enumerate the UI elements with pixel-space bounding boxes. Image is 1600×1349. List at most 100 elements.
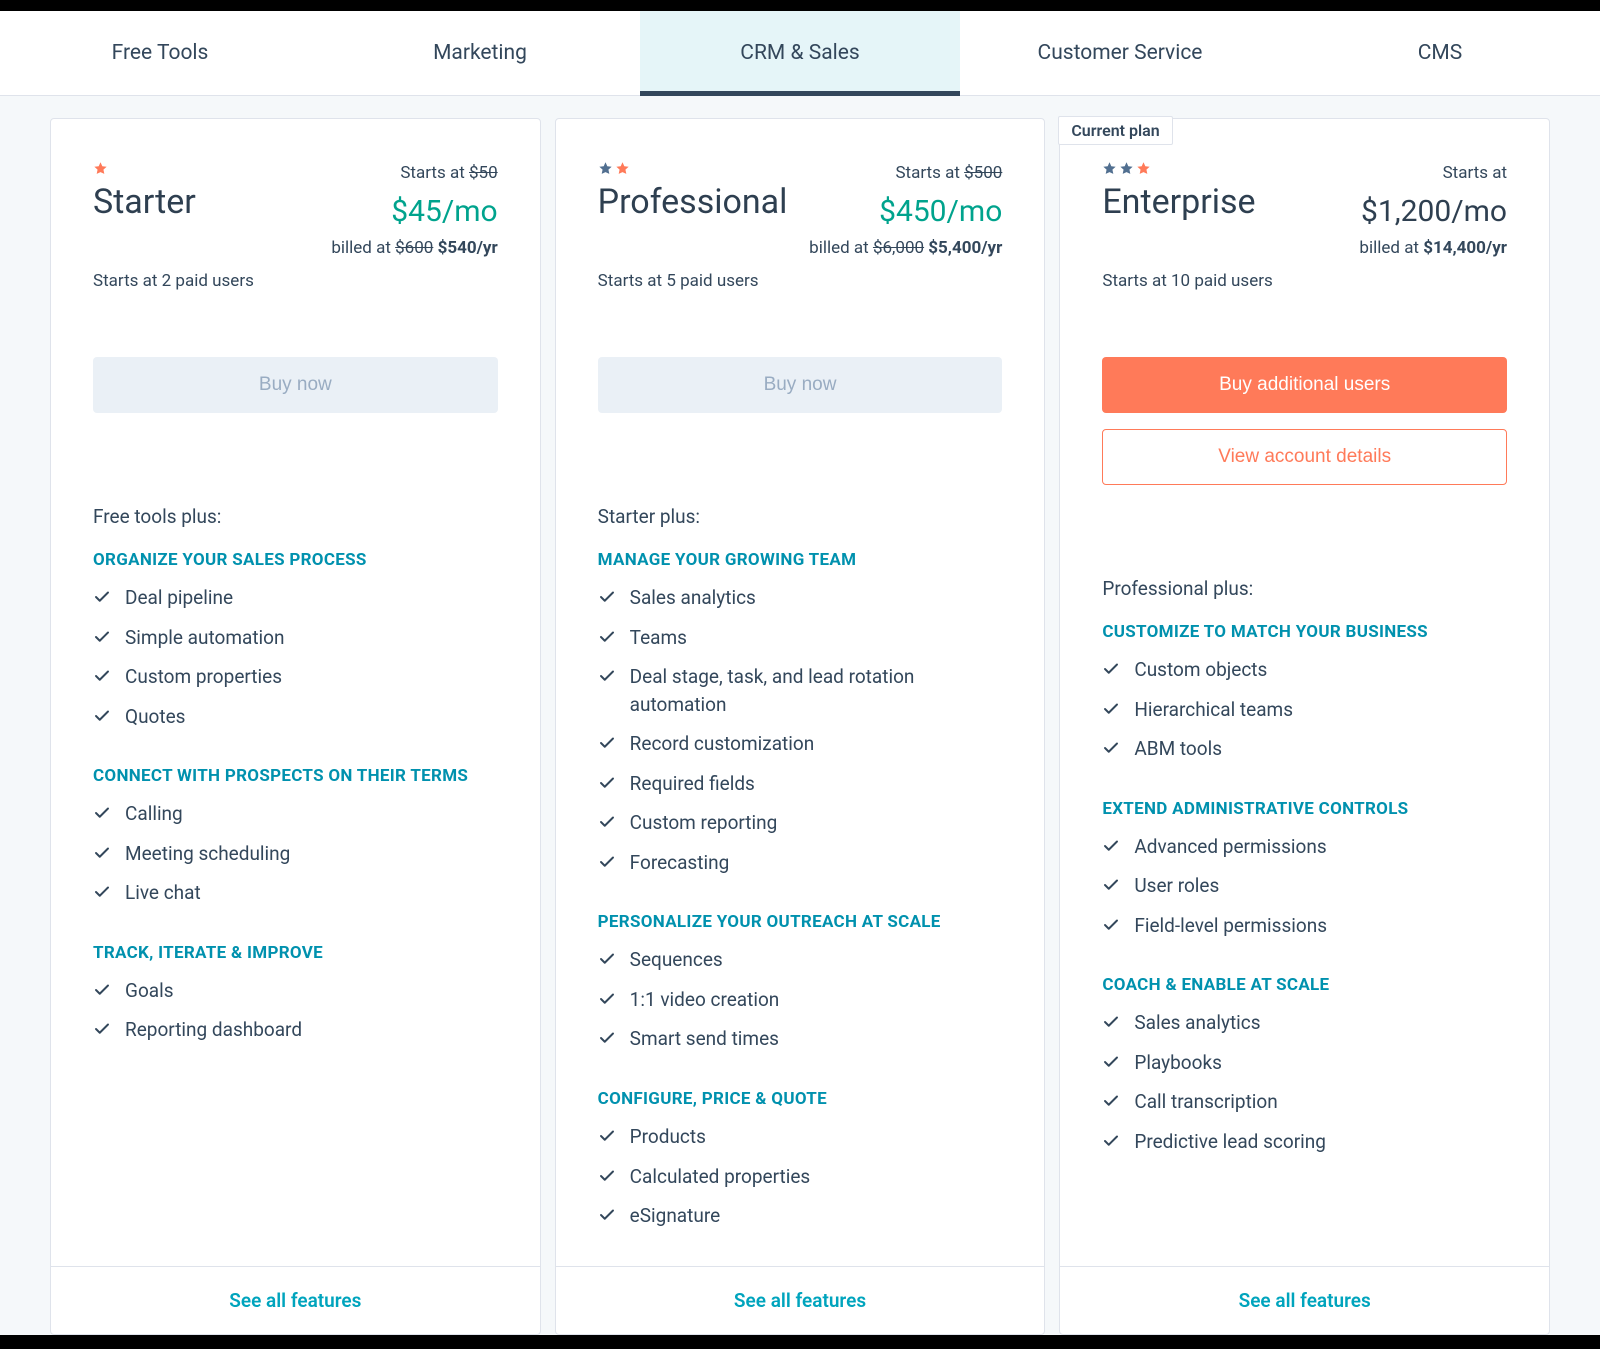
monthly-price: $1,200/mo	[1359, 189, 1507, 234]
feature-item: Products	[598, 1123, 1003, 1151]
billed-strike: $6,000	[873, 238, 924, 258]
button-label: Buy now	[259, 374, 332, 396]
feature-item-label: Required fields	[630, 770, 755, 798]
star-icon	[93, 161, 108, 176]
feature-item-label: Deal stage, task, and lead rotation auto…	[630, 663, 1003, 718]
check-icon	[1102, 916, 1120, 934]
billed-annual: $540/yr	[438, 238, 498, 258]
check-icon	[93, 667, 111, 685]
plan-title: Enterprise	[1102, 182, 1359, 222]
check-icon	[598, 734, 616, 752]
feature-item-label: Reporting dashboard	[125, 1016, 302, 1044]
tab-label: CMS	[1418, 41, 1462, 65]
monthly-price: $450/mo	[809, 189, 1002, 234]
check-icon	[93, 588, 111, 606]
check-icon	[1102, 876, 1120, 894]
feature-item: Deal stage, task, and lead rotation auto…	[598, 663, 1003, 718]
billed-at-label: billed at	[809, 238, 869, 258]
feature-item-label: Calculated properties	[630, 1163, 811, 1191]
feature-item-label: Calling	[125, 800, 183, 828]
tab-label: Marketing	[433, 41, 527, 65]
plus-line: Free tools plus:	[93, 505, 498, 528]
billed-at-label: billed at	[1359, 238, 1419, 258]
feature-item-label: Predictive lead scoring	[1134, 1128, 1326, 1156]
starts-at-label: Starts at	[895, 163, 959, 183]
feature-section-heading: CONNECT WITH PROSPECTS ON THEIR TERMS	[93, 766, 498, 786]
feature-item: Custom properties	[93, 663, 498, 691]
feature-item-label: Custom reporting	[630, 809, 778, 837]
feature-item-label: Simple automation	[125, 624, 284, 652]
feature-item-label: User roles	[1134, 872, 1219, 900]
feature-item-label: Custom objects	[1134, 656, 1267, 684]
feature-section-heading: CONFIGURE, PRICE & QUOTE	[598, 1089, 1003, 1109]
starts-at-label: Starts at	[1443, 163, 1507, 183]
tab-cms[interactable]: CMS	[1280, 11, 1600, 95]
feature-item: Goals	[93, 977, 498, 1005]
feature-item: Meeting scheduling	[93, 840, 498, 868]
feature-item-label: Custom properties	[125, 663, 282, 691]
tab-crm-sales[interactable]: CRM & Sales	[640, 11, 960, 95]
button-label: Buy additional users	[1219, 374, 1390, 396]
buy-additional-users-button[interactable]: Buy additional users	[1102, 357, 1507, 413]
plan-card-enterprise: Current plan Enterprise Starts at $1,200/mo…	[1059, 118, 1550, 1335]
feature-item-label: Deal pipeline	[125, 584, 233, 612]
feature-item: 1:1 video creation	[598, 986, 1003, 1014]
plus-line: Professional plus:	[1102, 577, 1507, 600]
current-plan-badge: Current plan	[1058, 116, 1172, 145]
check-icon	[598, 588, 616, 606]
paid-users-note: Starts at 2 paid users	[51, 261, 540, 291]
pricing-plan-grid: StarterStarts at $50$45/mobilled at $600…	[0, 96, 1600, 1335]
see-all-features-link[interactable]: See all features	[556, 1266, 1045, 1334]
tab-free-tools[interactable]: Free Tools	[0, 11, 320, 95]
view-account-details-button[interactable]: View account details	[1102, 429, 1507, 485]
feature-item: Deal pipeline	[93, 584, 498, 612]
feature-item-label: Advanced permissions	[1134, 833, 1326, 861]
feature-section-heading: PERSONALIZE YOUR OUTREACH AT SCALE	[598, 912, 1003, 932]
feature-item-label: Sales analytics	[630, 584, 756, 612]
feature-item: Predictive lead scoring	[1102, 1128, 1507, 1156]
tab-label: CRM & Sales	[740, 41, 859, 65]
feature-item-label: Products	[630, 1123, 706, 1151]
tab-marketing[interactable]: Marketing	[320, 11, 640, 95]
feature-item-label: Field-level permissions	[1134, 912, 1327, 940]
feature-item: Calling	[93, 800, 498, 828]
check-icon	[598, 1127, 616, 1145]
feature-item-label: Sales analytics	[1134, 1009, 1260, 1037]
feature-item: Sales analytics	[598, 584, 1003, 612]
feature-item-label: Record customization	[630, 730, 815, 758]
feature-item: Custom objects	[1102, 656, 1507, 684]
plan-card-starter: StarterStarts at $50$45/mobilled at $600…	[50, 118, 541, 1335]
plan-title: Starter	[93, 182, 331, 222]
check-icon	[598, 990, 616, 1008]
check-icon	[598, 853, 616, 871]
feature-item-label: Forecasting	[630, 849, 730, 877]
see-all-features-link[interactable]: See all features	[1060, 1266, 1549, 1334]
star-icon	[598, 161, 613, 176]
see-all-features-link[interactable]: See all features	[51, 1266, 540, 1334]
feature-item: Quotes	[93, 703, 498, 731]
buy-now-button: Buy now	[93, 357, 498, 413]
feature-item: Live chat	[93, 879, 498, 907]
check-icon	[598, 950, 616, 968]
price-area: Starts at$1,200/mobilled at $14,400/yr	[1359, 161, 1507, 261]
check-icon	[93, 707, 111, 725]
feature-item-label: Call transcription	[1134, 1088, 1277, 1116]
feature-item-label: Goals	[125, 977, 174, 1005]
feature-item: Advanced permissions	[1102, 833, 1507, 861]
check-icon	[93, 1020, 111, 1038]
check-icon	[598, 1029, 616, 1047]
feature-item-label: 1:1 video creation	[630, 986, 780, 1014]
plan-card-professional: ProfessionalStarts at $500$450/mobilled …	[555, 118, 1046, 1335]
check-icon	[1102, 1092, 1120, 1110]
feature-item-label: Quotes	[125, 703, 185, 731]
starts-at-strike: $500	[964, 163, 1002, 183]
check-icon	[1102, 739, 1120, 757]
top-chrome-strip	[0, 0, 1600, 11]
feature-item-label: Teams	[630, 624, 687, 652]
tab-customer-service[interactable]: Customer Service	[960, 11, 1280, 95]
feature-section-heading: MANAGE YOUR GROWING TEAM	[598, 550, 1003, 570]
feature-item-label: Hierarchical teams	[1134, 696, 1293, 724]
billed-at-label: billed at	[331, 238, 391, 258]
check-icon	[1102, 1053, 1120, 1071]
feature-item: Reporting dashboard	[93, 1016, 498, 1044]
